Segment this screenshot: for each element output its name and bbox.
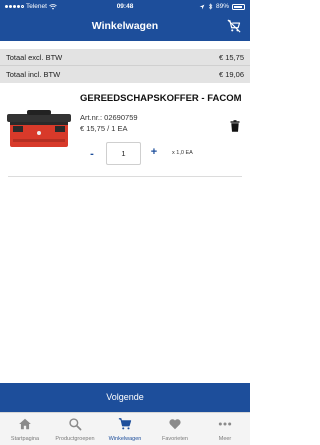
product-name[interactable]: GEREEDSCHAPSKOFFER - FACOM (80, 93, 244, 104)
battery-percent: 89% (215, 3, 229, 10)
app-header: Telenet 09:48 89% Winkelwagen (0, 0, 250, 41)
item-divider (8, 176, 242, 177)
article-number: Art.nr.: 02690759 (80, 113, 138, 122)
tab-label: Startpagina (10, 436, 40, 442)
total-incl-row: Totaal incl. BTW € 19,06 (6, 67, 244, 82)
cart-icon (118, 418, 132, 430)
total-excl-label: Totaal excl. BTW (6, 53, 63, 62)
increase-quantity-button[interactable]: + (148, 146, 160, 158)
search-icon (69, 418, 82, 431)
totals-divider (0, 65, 250, 66)
quantity-input[interactable] (106, 142, 141, 165)
trash-icon[interactable] (230, 120, 240, 132)
page-title: Winkelwagen (91, 20, 159, 32)
product-image[interactable] (5, 109, 75, 149)
more-icon (218, 422, 232, 426)
heart-icon (169, 419, 181, 430)
total-excl-row: Totaal excl. BTW € 15,75 (6, 50, 244, 65)
tab-winkelwagen[interactable]: Winkelwagen (100, 413, 150, 445)
battery-icon (232, 3, 245, 10)
clear-cart-icon[interactable] (227, 19, 241, 33)
location-icon (199, 4, 205, 9)
decrease-quantity-button[interactable]: - (86, 148, 98, 160)
status-bar: Telenet 09:48 89% (0, 0, 250, 14)
total-incl-value: € 19,06 (218, 70, 244, 79)
next-button[interactable]: Volgende (0, 383, 250, 412)
total-incl-label: Totaal incl. BTW (6, 70, 61, 79)
home-icon (19, 418, 31, 430)
tab-productgroepen[interactable]: Productgroepen (50, 413, 100, 445)
quantity-multiplier: x 1,0 EA (172, 150, 193, 156)
tab-label: Favorieten (162, 436, 188, 442)
cart-item: GEREEDSCHAPSKOFFER - FACOM Art.nr.: 0269… (0, 88, 250, 176)
unit-price: € 15,75 / 1 EA (80, 124, 128, 133)
totals-panel: Totaal excl. BTW € 15,75 Totaal incl. BT… (0, 49, 250, 83)
tab-startpagina[interactable]: Startpagina (0, 413, 50, 445)
bluetooth-icon (208, 3, 213, 10)
tab-label: Productgroepen (55, 436, 95, 442)
total-excl-value: € 15,75 (218, 53, 244, 62)
tab-label: Meer (218, 436, 232, 442)
tab-label: Winkelwagen (108, 436, 142, 442)
status-right: 89% (199, 3, 245, 10)
tab-favorieten[interactable]: Favorieten (150, 413, 200, 445)
tab-bar: Startpagina Productgroepen Winkelwagen F… (0, 412, 250, 445)
tab-meer[interactable]: Meer (200, 413, 250, 445)
